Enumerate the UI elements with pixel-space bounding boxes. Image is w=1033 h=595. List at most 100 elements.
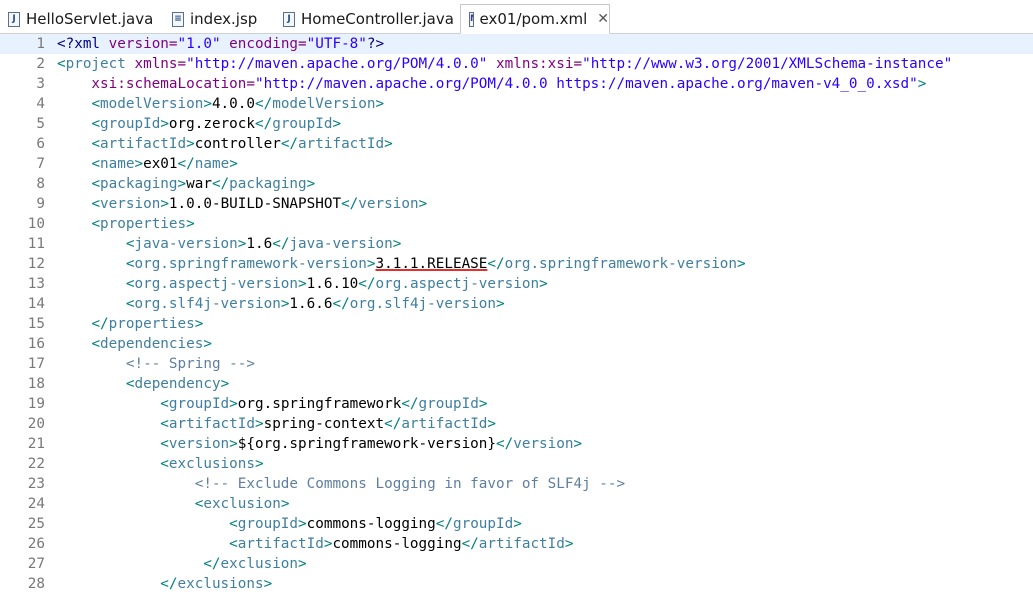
tab-label: ex01/pom.xml	[479, 10, 588, 28]
code-line[interactable]: 7 <name>ex01</name>	[0, 154, 1033, 174]
java-file-icon: J	[283, 11, 295, 27]
code-line[interactable]: 14 <org.slf4j-version>1.6.6</org.slf4j-v…	[0, 294, 1033, 314]
token-value: "UTF-8"	[306, 36, 367, 52]
code-line[interactable]: 20 <artifactId>spring-context</artifactI…	[0, 414, 1033, 434]
token-tag: groupId	[168, 396, 230, 412]
token-bracket: >	[203, 336, 212, 352]
line-code: <?xml version="1.0" encoding="UTF-8"?>	[57, 34, 384, 54]
code-line[interactable]: 3 xsi:schemaLocation="http://maven.apach…	[0, 74, 1033, 94]
tab-pom-xml[interactable]: M ex01/pom.xml ✕	[460, 4, 610, 34]
token-tag: org.springframework-version	[134, 256, 367, 272]
code-line[interactable]: 18 <dependency>	[0, 374, 1033, 394]
tab-index-jsp[interactable]: ≡ index.jsp	[172, 4, 257, 34]
token-tag: groupId	[237, 516, 299, 532]
token-bracket: >	[917, 76, 927, 92]
token-bracket: <	[91, 136, 101, 152]
token-bracket: <	[160, 456, 169, 472]
line-code: </properties>	[57, 314, 203, 334]
line-number: 23	[27, 476, 45, 492]
token-tag: org.slf4j-version	[349, 296, 497, 312]
token-bracket: >	[306, 176, 316, 192]
line-code: xsi:schemaLocation="http://maven.apache.…	[57, 74, 926, 94]
code-line[interactable]: 25 <groupId>commons-logging</groupId>	[0, 514, 1033, 534]
tab-helloservlet-java[interactable]: J HelloServlet.java	[8, 4, 153, 34]
code-line[interactable]: 13 <org.aspectj-version>1.6.10</org.aspe…	[0, 274, 1033, 294]
code-line[interactable]: 26 <artifactId>commons-logging</artifact…	[0, 534, 1033, 554]
code-line[interactable]: 21 <version>${org.springframework-versio…	[0, 434, 1033, 454]
code-line[interactable]: 4 <modelVersion>4.0.0</modelVersion>	[0, 94, 1033, 114]
token-text: controller	[194, 136, 281, 152]
token-tag: packaging	[100, 176, 178, 192]
token-text: 1.6	[246, 236, 273, 252]
code-line[interactable]: 12 <org.springframework-version>3.1.1.RE…	[0, 254, 1033, 274]
close-icon[interactable]: ✕	[597, 11, 609, 27]
code-line[interactable]: 28 </exclusions>	[0, 574, 1033, 594]
code-line[interactable]: 22 <exclusions>	[0, 454, 1033, 474]
token-bracket: </	[401, 396, 419, 412]
token-tag: exclusions	[177, 576, 264, 592]
token-text: ${org.springframework-version}	[237, 436, 497, 452]
code-line[interactable]: 15 </properties>	[0, 314, 1033, 334]
token-bracket: >	[194, 316, 204, 332]
code-line[interactable]: 5 <groupId>org.zerock</groupId>	[0, 114, 1033, 134]
code-line[interactable]: 23 <!-- Exclude Commons Logging in favor…	[0, 474, 1033, 494]
code-line[interactable]: 11 <java-version>1.6</java-version>	[0, 234, 1033, 254]
tab-homecontroller-java[interactable]: J HomeController.java	[283, 4, 454, 34]
token-bracket: </	[332, 296, 350, 312]
token-text: spring-context	[263, 416, 385, 432]
line-code: <groupId>commons-logging</groupId>	[57, 514, 522, 534]
token-bracket: >	[263, 576, 273, 592]
token-tag: artifactId	[168, 416, 255, 432]
token-text: commons-logging	[306, 516, 436, 532]
token-tag: exclusion	[220, 556, 299, 572]
token-tag: properties	[108, 316, 195, 332]
code-line[interactable]: 6 <artifactId>controller</artifactId>	[0, 134, 1033, 154]
token-tag: groupId	[418, 396, 479, 412]
code-line[interactable]: 1 <?xml version="1.0" encoding="UTF-8"?>	[0, 34, 1033, 54]
token-bracket: <	[91, 336, 101, 352]
line-number: 11	[27, 236, 45, 252]
token-attr: xmlns:xsi=	[487, 56, 583, 72]
token-tag: name	[100, 156, 135, 172]
token-tag: artifactId	[237, 536, 324, 552]
code-line[interactable]: 16 <dependencies>	[0, 334, 1033, 354]
token-tag: org.aspectj-version	[375, 276, 540, 292]
code-line[interactable]: 19 <groupId>org.springframework</groupId…	[0, 394, 1033, 414]
line-number: 14	[27, 296, 45, 312]
line-code: <packaging>war</packaging>	[57, 174, 315, 194]
code-line[interactable]: 27 </exclusion>	[0, 554, 1033, 574]
line-number: 16	[27, 336, 45, 352]
xml-source-editor[interactable]: 1 <?xml version="1.0" encoding="UTF-8"?> 2…	[0, 34, 1033, 595]
line-code: <exclusion>	[57, 494, 290, 514]
token-attr: xmlns=	[125, 56, 187, 72]
code-line[interactable]: 10 <properties>	[0, 214, 1033, 234]
line-code: </exclusions>	[57, 574, 272, 594]
token-attr: encoding=	[220, 36, 307, 52]
code-line[interactable]: 2 <project xmlns="http://maven.apache.org…	[0, 54, 1033, 74]
line-code: <artifactId>controller</artifactId>	[57, 134, 392, 154]
token-value: "http://www.w3.org/2001/XMLSchema-instan…	[582, 56, 953, 72]
code-line[interactable]: 24 <exclusion>	[0, 494, 1033, 514]
line-code: <name>ex01</name>	[57, 154, 237, 174]
token-bracket: >	[418, 196, 428, 212]
editor-tab-bar: J HelloServlet.java ≡ index.jsp J HomeCo…	[0, 0, 1033, 34]
token-bracket: >	[298, 516, 307, 532]
token-bracket: >	[280, 496, 290, 512]
code-line[interactable]: 9 <version>1.0.0-BUILD-SNAPSHOT</version…	[0, 194, 1033, 214]
jsp-file-icon: ≡	[172, 11, 184, 27]
token-tag: java-version	[289, 236, 393, 252]
tab-label: HelloServlet.java	[26, 10, 154, 28]
code-line[interactable]: 8 <packaging>war</packaging>	[0, 174, 1033, 194]
token-bracket: </	[91, 316, 109, 332]
code-line[interactable]: 17 <!-- Spring -->	[0, 354, 1033, 374]
token-value: "http://maven.apache.org/POM/4.0.0"	[186, 56, 488, 72]
